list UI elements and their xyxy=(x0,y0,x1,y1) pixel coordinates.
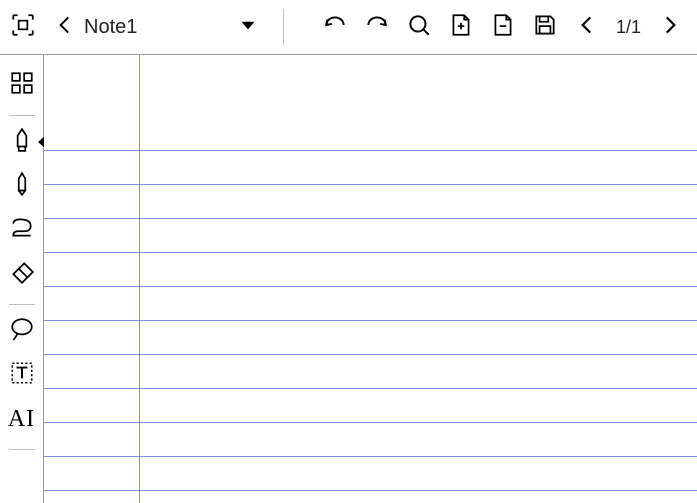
ruled-line xyxy=(44,150,697,151)
ruled-line xyxy=(44,354,697,355)
title-dropdown-button[interactable] xyxy=(229,8,267,46)
back-button[interactable] xyxy=(46,8,84,46)
sidebar-divider xyxy=(9,449,35,450)
remove-page-icon xyxy=(490,12,516,43)
ruled-line xyxy=(44,388,697,389)
pencil-icon xyxy=(9,171,35,202)
lasso-tool-button[interactable] xyxy=(0,210,44,250)
eraser-icon xyxy=(9,259,35,290)
redo-button[interactable] xyxy=(358,8,396,46)
save-button[interactable] xyxy=(526,8,564,46)
tool-sidebar: AI xyxy=(0,55,44,503)
ruled-line xyxy=(44,490,697,491)
crop-button[interactable] xyxy=(4,8,42,46)
chevron-left-icon xyxy=(52,12,78,43)
selection-icon xyxy=(9,316,35,347)
ai-icon: AI xyxy=(8,406,35,433)
header-toolbar: Note1 xyxy=(0,0,697,55)
lasso-icon xyxy=(9,215,35,246)
ruled-line xyxy=(44,252,697,253)
header-divider xyxy=(283,9,284,45)
redo-icon xyxy=(364,12,390,43)
marker-tool-button[interactable] xyxy=(0,122,44,162)
next-page-button[interactable] xyxy=(651,8,689,46)
header-left-group: Note1 xyxy=(4,8,267,46)
apps-button[interactable] xyxy=(0,65,44,105)
undo-button[interactable] xyxy=(316,8,354,46)
prev-page-button[interactable] xyxy=(568,8,606,46)
margin-line xyxy=(139,55,140,503)
ai-tool-button[interactable]: AI xyxy=(0,399,44,439)
apps-icon xyxy=(9,70,35,101)
add-page-button[interactable] xyxy=(442,8,480,46)
search-icon xyxy=(406,12,432,43)
chevron-left-icon xyxy=(574,12,600,43)
selection-tool-button[interactable] xyxy=(0,311,44,351)
chevron-right-icon xyxy=(657,12,683,43)
ruled-line xyxy=(44,422,697,423)
ruled-line xyxy=(44,184,697,185)
page-indicator: 1/1 xyxy=(610,17,647,38)
add-page-icon xyxy=(448,12,474,43)
note-canvas[interactable] xyxy=(44,55,697,503)
ruled-line xyxy=(44,456,697,457)
crop-icon xyxy=(10,12,36,43)
remove-page-button[interactable] xyxy=(484,8,522,46)
chevron-down-icon xyxy=(235,12,261,43)
ruled-line xyxy=(44,286,697,287)
save-icon xyxy=(532,12,558,43)
text-icon xyxy=(9,360,35,391)
header-right-group: 1/1 xyxy=(316,8,689,46)
sidebar-divider xyxy=(9,304,35,305)
undo-icon xyxy=(322,12,348,43)
sidebar-divider xyxy=(9,115,35,116)
document-title[interactable]: Note1 xyxy=(84,16,137,39)
search-button[interactable] xyxy=(400,8,438,46)
marker-icon xyxy=(9,127,35,158)
ruled-line xyxy=(44,320,697,321)
pencil-tool-button[interactable] xyxy=(0,166,44,206)
eraser-tool-button[interactable] xyxy=(0,254,44,294)
text-tool-button[interactable] xyxy=(0,355,44,395)
ruled-line xyxy=(44,218,697,219)
